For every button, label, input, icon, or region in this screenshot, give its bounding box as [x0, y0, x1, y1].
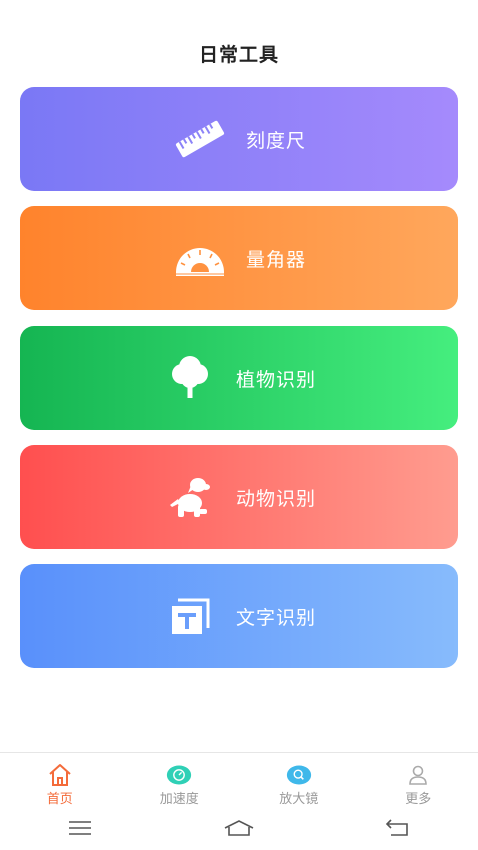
magnifier-icon [286, 763, 312, 787]
menu-button[interactable] [20, 815, 140, 845]
menu-icon [68, 820, 92, 840]
text-recognition-label: 文字识别 [235, 606, 316, 629]
tab-magnifier-label: 放大镜 [279, 792, 319, 807]
back-icon [385, 819, 411, 841]
tab-home-label: 首页 [46, 792, 73, 807]
dog-icon [162, 469, 218, 525]
tree-icon [162, 350, 218, 406]
home-button[interactable] [179, 815, 299, 845]
user-icon [405, 763, 431, 787]
speed-icon [166, 763, 192, 787]
tab-magnifier[interactable]: 放大镜 [239, 753, 359, 811]
tab-home[interactable]: 首页 [0, 753, 120, 811]
back-button[interactable] [338, 815, 458, 845]
plant-recognition-label: 植物识别 [235, 368, 316, 391]
tab-more[interactable]: 更多 [359, 753, 478, 811]
home-icon [47, 763, 73, 787]
animal-recognition-label: 动物识别 [235, 487, 316, 510]
ruler-tool-label: 刻度尺 [245, 129, 306, 152]
home-nav-icon [223, 819, 255, 841]
protractor-tool-card[interactable]: 量角器 [20, 206, 458, 310]
ruler-tool-card[interactable]: 刻度尺 [20, 87, 458, 191]
tab-acceleration-label: 加速度 [159, 792, 199, 807]
page-title: 日常工具 [198, 44, 279, 66]
plant-recognition-card[interactable]: 植物识别 [20, 326, 458, 430]
ruler-icon [172, 111, 228, 167]
tab-more-label: 更多 [405, 792, 432, 807]
animal-recognition-card[interactable]: 动物识别 [20, 445, 458, 549]
bottom-tab-bar: 首页 加速度 放大镜 更多 [0, 752, 478, 811]
text-icon [162, 588, 218, 644]
tab-acceleration[interactable]: 加速度 [120, 753, 240, 811]
system-nav-bar [0, 810, 478, 850]
protractor-tool-label: 量角器 [245, 248, 306, 271]
protractor-icon [172, 230, 228, 286]
text-recognition-card[interactable]: 文字识别 [20, 564, 458, 668]
